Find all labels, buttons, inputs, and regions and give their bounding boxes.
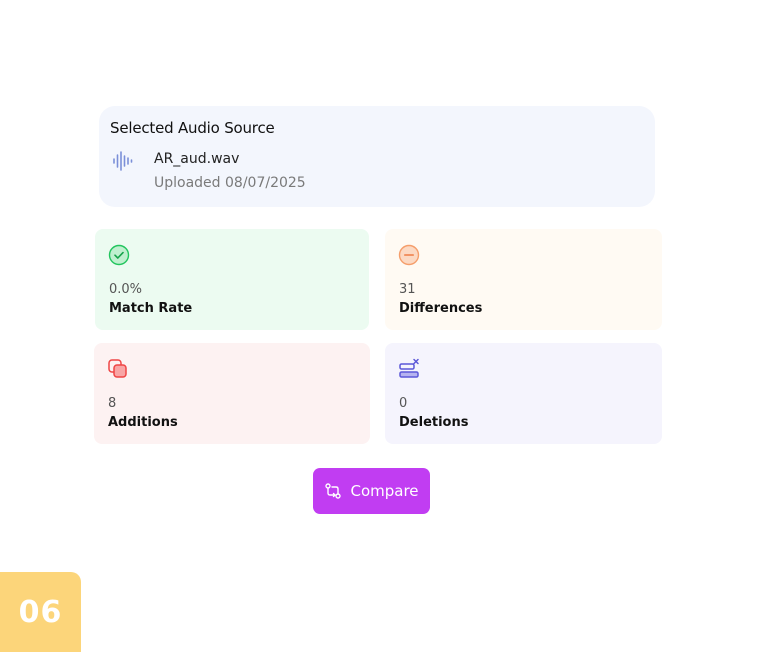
deletions-value: 0 — [399, 396, 408, 411]
audio-wave-icon — [113, 151, 133, 171]
additions-label: Additions — [108, 415, 178, 430]
additions-value: 8 — [108, 396, 117, 411]
audio-source-card: Selected Audio Source AR_aud.wav Uploade… — [99, 106, 655, 207]
git-compare-icon — [325, 483, 342, 499]
minus-circle-icon — [398, 244, 420, 266]
match-rate-card: 0.0% Match Rate — [95, 229, 369, 330]
file-name: AR_aud.wav — [154, 151, 240, 167]
differences-label: Differences — [399, 301, 483, 316]
copy-plus-icon — [108, 359, 127, 378]
match-rate-value: 0.0% — [109, 282, 143, 297]
deletions-label: Deletions — [399, 415, 469, 430]
differences-value: 31 — [399, 282, 416, 297]
check-circle-icon — [108, 244, 130, 266]
source-title: Selected Audio Source — [110, 119, 275, 137]
differences-card: 31 Differences — [385, 229, 662, 330]
match-rate-label: Match Rate — [109, 301, 193, 316]
remove-list-icon — [399, 358, 419, 378]
additions-card: 8 Additions — [94, 343, 370, 444]
compare-button[interactable]: Compare — [313, 468, 430, 514]
compare-label: Compare — [350, 482, 419, 500]
upload-date: Uploaded 08/07/2025 — [154, 175, 306, 191]
step-number: 06 — [18, 594, 63, 630]
step-badge: 06 — [0, 572, 81, 652]
deletions-card: 0 Deletions — [385, 343, 662, 444]
